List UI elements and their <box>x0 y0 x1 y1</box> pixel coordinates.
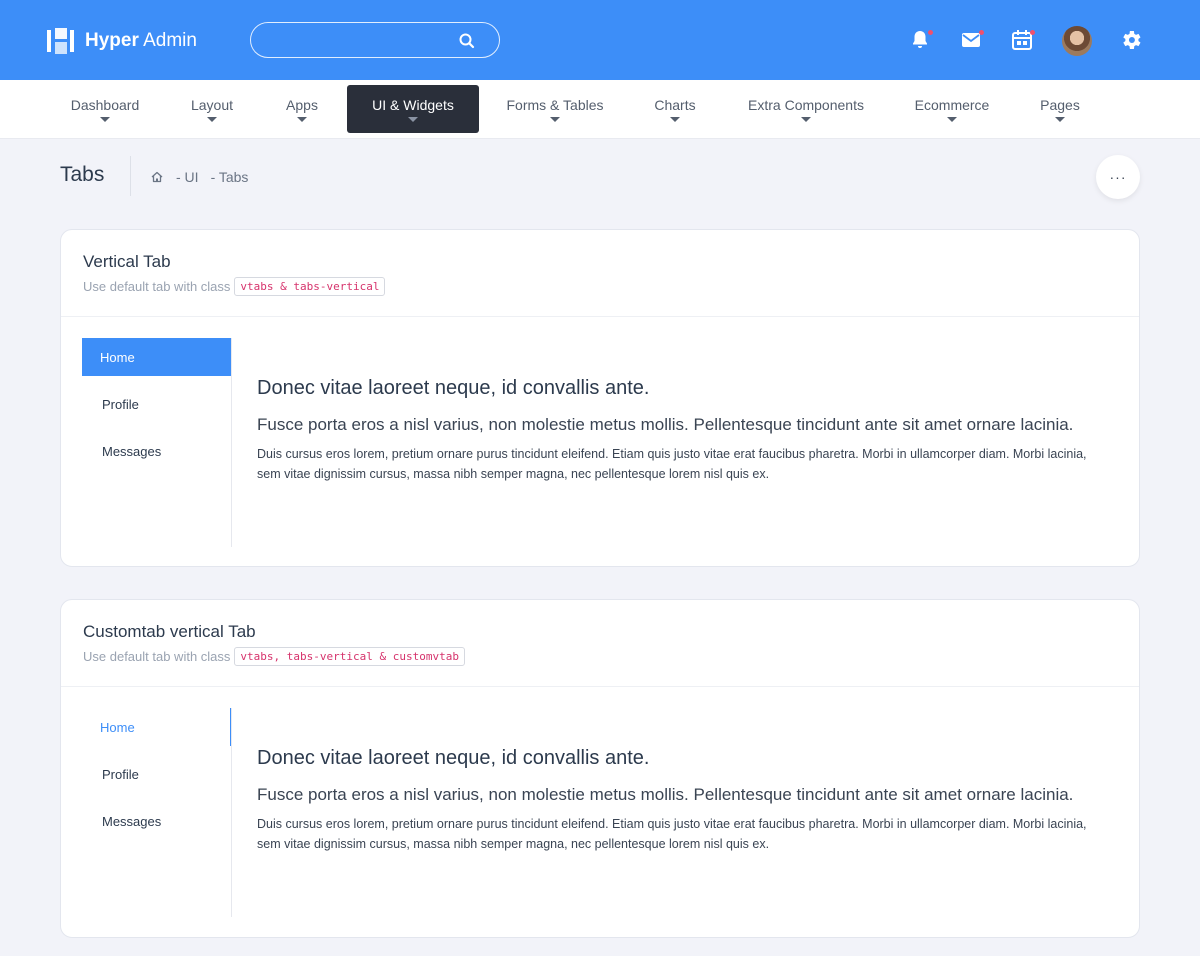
tab-messages[interactable]: Messages <box>82 432 232 470</box>
nav-item-pages[interactable]: Pages <box>1030 80 1090 139</box>
nav-item-apps[interactable]: Apps <box>276 80 328 139</box>
logo-icon <box>47 28 75 54</box>
more-options-button[interactable]: ··· <box>1096 155 1140 199</box>
divider <box>130 156 131 196</box>
content-subheading: Fusce porta eros a nisl varius, non mole… <box>257 785 1074 804</box>
tab-list: Home Profile Messages <box>82 338 232 479</box>
card-title: Customtab vertical Tab <box>83 622 256 641</box>
nav-item-extra-components[interactable]: Extra Components <box>738 80 874 139</box>
content-heading: Donec vitae laoreet neque, id convallis … <box>257 377 650 399</box>
main-nav: Dashboard Layout Apps UI & Widgets Forms… <box>0 80 1200 139</box>
class-code: vtabs & tabs-vertical <box>234 277 386 296</box>
nav-item-ui-widgets[interactable]: UI & Widgets <box>347 85 479 133</box>
tab-profile[interactable]: Profile <box>82 385 232 423</box>
tab-home[interactable]: Home <box>82 338 232 376</box>
content-heading: Donec vitae laoreet neque, id convallis … <box>257 747 650 769</box>
chevron-down-icon <box>408 116 418 122</box>
nav-item-layout[interactable]: Layout <box>178 80 246 139</box>
search-box <box>250 22 500 58</box>
tab-content: Donec vitae laoreet neque, id convallis … <box>257 746 1097 854</box>
tab-list: Home Profile Messages <box>82 708 232 849</box>
mail-badge <box>979 30 984 35</box>
gear-icon[interactable] <box>1119 28 1143 52</box>
divider <box>61 686 1139 687</box>
logo[interactable]: Hyper Admin <box>47 28 197 54</box>
vertical-tab-card: Vertical Tab Use default tab with class … <box>60 229 1140 567</box>
divider <box>231 708 232 917</box>
class-code: vtabs, tabs-vertical & customvtab <box>234 647 465 666</box>
search-input[interactable] <box>265 31 455 51</box>
content-subheading: Fusce porta eros a nisl varius, non mole… <box>257 415 1074 434</box>
chevron-down-icon <box>207 117 217 122</box>
topbar: Hyper Admin <box>0 0 1200 80</box>
tab-profile[interactable]: Profile <box>82 755 232 793</box>
customtab-vertical-card: Customtab vertical Tab Use default tab w… <box>60 599 1140 938</box>
chevron-down-icon <box>1055 117 1065 122</box>
nav-item-charts[interactable]: Charts <box>642 80 708 139</box>
chevron-down-icon <box>670 117 680 122</box>
tab-home[interactable]: Home <box>82 708 232 746</box>
notification-badge <box>928 30 933 35</box>
chevron-down-icon <box>100 117 110 122</box>
tab-messages[interactable]: Messages <box>82 802 232 840</box>
nav-item-ecommerce[interactable]: Ecommerce <box>906 80 998 139</box>
divider <box>61 316 1139 317</box>
breadcrumb-item-tabs: - Tabs <box>210 169 249 185</box>
chevron-down-icon <box>297 117 307 122</box>
nav-item-dashboard[interactable]: Dashboard <box>60 80 150 139</box>
search-icon[interactable] <box>457 31 477 51</box>
avatar[interactable] <box>1062 26 1092 56</box>
breadcrumb-item-ui[interactable]: - UI <box>176 169 199 185</box>
chevron-down-icon <box>550 117 560 122</box>
tab-content: Donec vitae laoreet neque, id convallis … <box>257 376 1097 484</box>
content-body: Duis cursus eros lorem, pretium ornare p… <box>257 447 1087 481</box>
calendar-badge <box>1030 30 1035 35</box>
card-title: Vertical Tab <box>83 252 171 271</box>
content-body: Duis cursus eros lorem, pretium ornare p… <box>257 817 1087 851</box>
chevron-down-icon <box>947 117 957 122</box>
chevron-down-icon <box>801 117 811 122</box>
card-subtitle: Use default tab with class vtabs & tabs-… <box>83 277 386 296</box>
breadcrumb: - UI - Tabs <box>150 169 260 185</box>
page-title: Tabs <box>60 163 105 186</box>
divider <box>231 338 232 547</box>
nav-item-forms-tables[interactable]: Forms & Tables <box>498 80 612 139</box>
card-subtitle: Use default tab with class vtabs, tabs-v… <box>83 647 465 666</box>
home-icon[interactable] <box>150 170 164 184</box>
brand-name: Hyper Admin <box>85 30 197 51</box>
